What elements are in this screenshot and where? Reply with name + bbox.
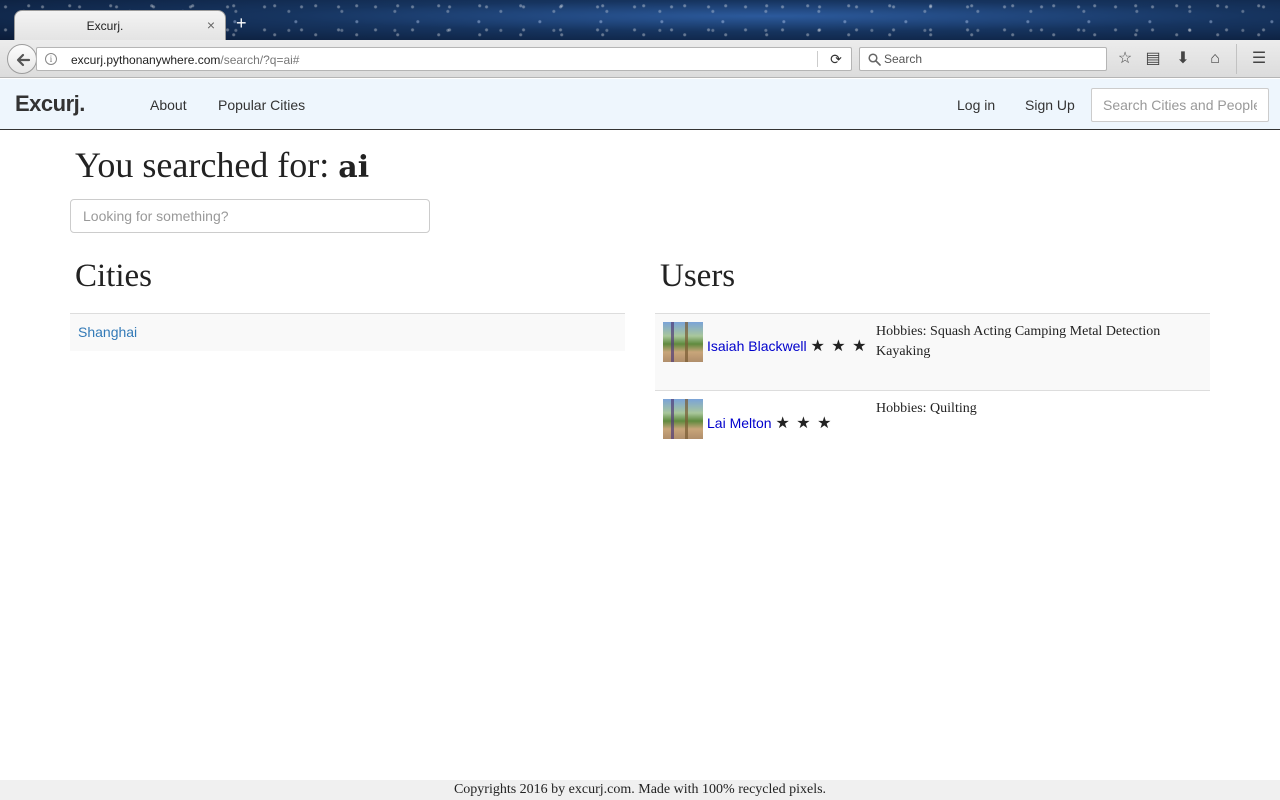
page-title: You searched for: ai [75,144,369,186]
download-icon[interactable]: ⬇ [1173,49,1193,69]
users-heading: Users [660,258,736,294]
table-row: Isaiah Blackwell ★ ★ ★ Hobbies: Squash A… [655,314,1210,391]
main-search-input[interactable] [70,199,430,233]
toolbar-separator [1236,44,1237,74]
browser-toolbar: i excurj.pythonanywhere.com/search/?q=ai… [0,40,1280,78]
url-path: /search/?q=ai# [220,53,300,67]
back-arrow-icon [16,53,31,67]
table-row: Shanghai [70,314,625,351]
browser-tab-strip: Excurj. × + [0,0,1280,40]
nav-popular-cities[interactable]: Popular Cities [218,97,305,113]
cities-table: Shanghai [70,313,625,351]
brand-logo[interactable]: Excurj. [15,91,85,117]
back-button[interactable] [7,44,37,74]
home-icon[interactable]: ⌂ [1205,49,1225,69]
user-info: Isaiah Blackwell ★ ★ ★ [663,331,868,362]
user-link[interactable]: Lai Melton [707,415,772,431]
user-info: Lai Melton ★ ★ ★ [663,408,868,439]
signup-link[interactable]: Sign Up [1025,97,1075,113]
reload-icon[interactable]: ⟳ [825,51,847,67]
login-link[interactable]: Log in [957,97,995,113]
browser-search-bar[interactable] [859,47,1107,71]
menu-icon[interactable]: ☰ [1249,49,1269,69]
users-table: Isaiah Blackwell ★ ★ ★ Hobbies: Squash A… [655,313,1210,451]
info-icon[interactable]: i [45,53,57,65]
browser-search-input[interactable] [884,51,1094,67]
url-text[interactable]: excurj.pythonanywhere.com/search/?q=ai# [71,53,299,67]
url-divider [817,51,818,67]
header-search-input[interactable] [1091,88,1269,122]
table-row: Lai Melton ★ ★ ★ Hobbies: Quilting [655,391,1210,451]
browser-tab[interactable]: Excurj. × [14,10,226,40]
user-hobbies: Hobbies: Squash Acting Camping Metal Det… [876,324,1161,359]
city-link[interactable]: Shanghai [78,324,137,340]
cities-heading: Cities [75,258,153,294]
url-bar[interactable]: i excurj.pythonanywhere.com/search/?q=ai… [36,47,852,71]
tab-title: Excurj. [86,19,124,33]
footer: Copyrights 2016 by excurj.com. Made with… [0,780,1280,800]
page-title-prefix: You searched for: [75,145,339,185]
user-hobbies: Hobbies: Quilting [876,401,977,416]
bookmark-star-icon[interactable]: ☆ [1115,49,1135,69]
rating-stars: ★ ★ ★ [810,338,868,355]
rating-stars: ★ ★ ★ [775,415,833,432]
search-query: ai [338,150,370,185]
reading-list-icon[interactable]: ▤ [1143,49,1163,69]
nav-about[interactable]: About [150,97,187,113]
new-tab-icon[interactable]: + [236,14,247,32]
site-header: Excurj. About Popular Cities Log in Sign… [0,79,1280,130]
tab-close-icon[interactable]: × [207,17,215,33]
user-link[interactable]: Isaiah Blackwell [707,338,807,354]
url-domain: excurj.pythonanywhere.com [71,53,221,67]
search-icon [868,53,881,66]
